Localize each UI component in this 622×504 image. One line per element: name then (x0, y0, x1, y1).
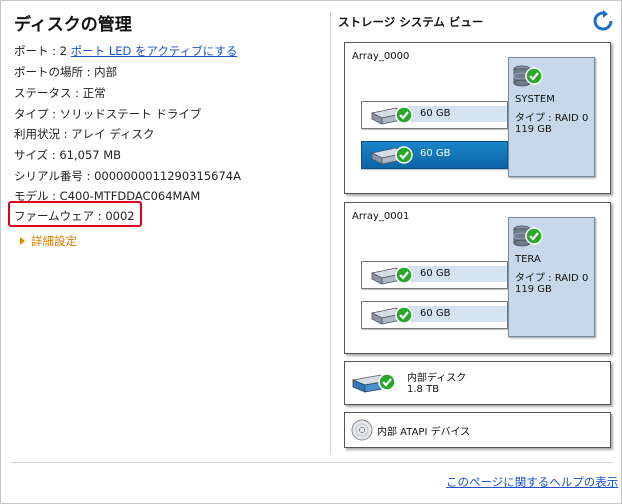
port-label: ポート : 2 (14, 44, 68, 58)
disk-ok-icon (370, 266, 413, 285)
atapi-device-card[interactable]: 内部 ATAPI デバイス (344, 412, 611, 448)
advanced-settings-toggle[interactable]: 詳細設定 (20, 233, 77, 249)
atapi-device-name: 内部 ATAPI デバイス (377, 427, 471, 438)
volume-size: 119 GB (515, 124, 552, 135)
disk-row[interactable]: 60 GB (361, 101, 508, 129)
disk-type: タイプ : ソリッドステート ドライブ (14, 107, 202, 121)
disk-row-selected[interactable]: 60 GB (361, 141, 508, 169)
port-location: ポートの場所 : 内部 (14, 65, 118, 79)
volume-size: 119 GB (515, 284, 552, 295)
vertical-divider (330, 12, 331, 454)
disk-usage: 利用状況 : アレイ ディスク (14, 127, 155, 141)
array-name: Array_0001 (352, 211, 410, 222)
disk-row[interactable]: 60 GB (361, 301, 508, 329)
refresh-icon (593, 10, 613, 31)
status-text: ステータス : 正常 (14, 86, 106, 100)
disk-size: サイズ : 61,057 MB (14, 148, 122, 162)
activate-port-led-link[interactable]: ポート LED をアクティブにする (71, 44, 238, 58)
volume-type: タイプ : RAID 0 (515, 113, 589, 124)
volume-ok-icon (513, 225, 543, 247)
volume-tera[interactable]: TERA タイプ : RAID 0 119 GB (508, 217, 595, 337)
volume-name: SYSTEM (515, 94, 555, 105)
disk-row[interactable]: 60 GB (361, 261, 508, 289)
volume-system[interactable]: SYSTEM タイプ : RAID 0 119 GB (508, 57, 595, 177)
firmware-version: ファームウェア : 0002 (14, 209, 135, 223)
disk-ok-icon (370, 106, 413, 125)
storage-view-title: ストレージ システム ビュー (338, 15, 484, 29)
help-link[interactable]: このページに関するヘルプの表示 (446, 474, 618, 490)
volume-type: タイプ : RAID 0 (515, 273, 589, 284)
advanced-settings-label: 詳細設定 (31, 234, 77, 248)
disk-size-label: 60 GB (420, 148, 451, 159)
page-title: ディスクの管理 (14, 15, 132, 35)
expand-triangle-icon (20, 237, 25, 245)
internal-disk-size: 1.8 TB (407, 384, 440, 395)
internal-disk-card[interactable]: 内部ディスク 1.8 TB (344, 361, 611, 405)
port-row: ポート : 2 ポート LED をアクティブにする (14, 43, 237, 59)
disk-size-label: 60 GB (420, 108, 451, 119)
disk-size-label: 60 GB (420, 308, 451, 319)
disk-ok-icon (370, 306, 413, 325)
volume-name: TERA (515, 254, 541, 265)
internal-disk-ok-icon (351, 373, 396, 393)
disk-ok-icon (370, 146, 413, 165)
internal-disk-name: 内部ディスク (407, 373, 467, 384)
array-name: Array_0000 (352, 51, 410, 62)
horizontal-divider (10, 462, 612, 463)
volume-ok-icon (513, 65, 543, 87)
optical-disc-icon (351, 419, 373, 441)
array-card-1[interactable]: Array_0001 60 GB 60 GB TERA タイプ: RAID 0… (344, 202, 611, 354)
serial-number: シリアル番号 : 0000000011290315674A (14, 169, 241, 183)
disk-size-label: 60 GB (420, 268, 451, 279)
refresh-button[interactable] (592, 10, 614, 32)
array-card-0[interactable]: Array_0000 60 GB 60 GB SYSTEM タイプ: RAID… (344, 42, 611, 194)
